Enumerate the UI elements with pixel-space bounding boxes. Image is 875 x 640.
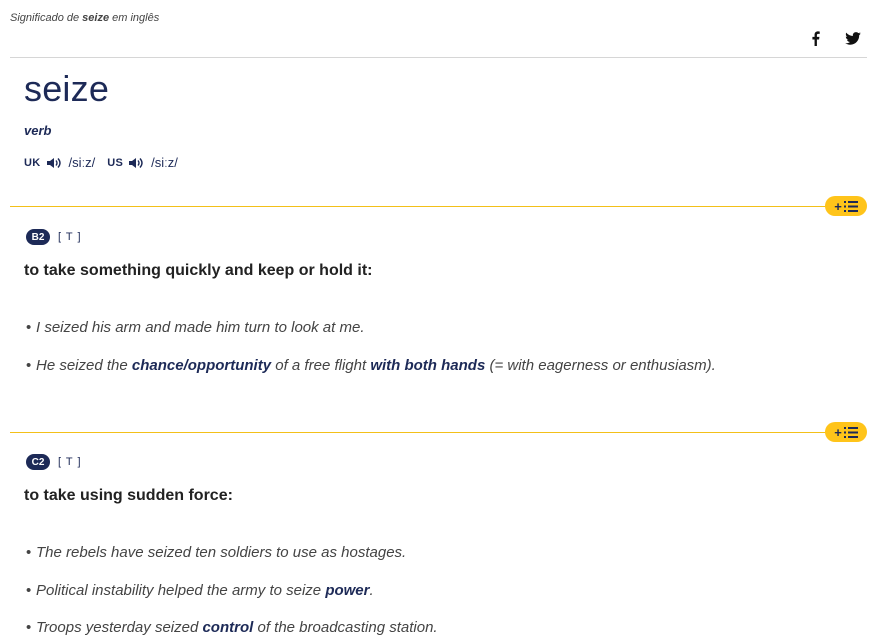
grammar-code: [ T ] bbox=[58, 456, 82, 468]
uk-label: UK bbox=[24, 156, 41, 169]
example-sentence: • I seized his arm and made him turn to … bbox=[26, 319, 365, 336]
breadcrumb-caption: Significado de seize em inglês bbox=[10, 12, 159, 24]
definition: to take something quickly and keep or ho… bbox=[24, 262, 373, 279]
example-sentence: • The rebels have seized ten soldiers to… bbox=[26, 544, 407, 561]
header-divider bbox=[10, 57, 867, 58]
idiom-bold: with both hands bbox=[370, 357, 486, 374]
uk-audio-speaker-icon[interactable] bbox=[46, 157, 63, 169]
headword: seize bbox=[24, 68, 110, 109]
example-sentence: • Troops yesterday seized control of the… bbox=[26, 619, 438, 636]
add-to-wordlist-button[interactable]: + bbox=[825, 422, 867, 442]
sense-divider bbox=[10, 432, 833, 433]
collocation-bold: power bbox=[325, 582, 370, 599]
us-ipa: /siːz/ bbox=[151, 155, 178, 170]
list-icon bbox=[843, 426, 858, 438]
caption-suffix: em inglês bbox=[112, 12, 160, 24]
definition: to take using sudden force: bbox=[24, 487, 233, 504]
sense-level-row: B2 [ T ] bbox=[26, 229, 82, 245]
list-icon bbox=[843, 200, 858, 212]
social-share bbox=[807, 30, 861, 46]
collocation-bold: control bbox=[202, 619, 254, 636]
example-sentence: • Political instability helped the army … bbox=[26, 582, 374, 599]
level-badge: B2 bbox=[26, 229, 50, 245]
us-label: US bbox=[107, 156, 124, 169]
uk-ipa: /siːz/ bbox=[68, 155, 96, 170]
add-plus-label: + bbox=[834, 424, 842, 440]
part-of-speech: verb bbox=[24, 123, 52, 138]
us-audio-speaker-icon[interactable] bbox=[129, 157, 145, 169]
caption-word: seize bbox=[82, 12, 110, 24]
collocation-bold: chance/opportunity bbox=[131, 357, 272, 374]
grammar-code: [ T ] bbox=[58, 231, 82, 243]
caption-prefix: Significado de bbox=[10, 12, 80, 24]
level-badge: C2 bbox=[26, 454, 50, 470]
add-to-wordlist-button[interactable]: + bbox=[825, 196, 867, 216]
pronunciation-row: UK /siːz/ US /siːz/ bbox=[24, 155, 184, 170]
sense-level-row: C2 [ T ] bbox=[26, 454, 82, 470]
example-sentence: • He seized the chance/opportunity of a … bbox=[26, 357, 716, 374]
sense-divider bbox=[10, 206, 833, 207]
facebook-icon[interactable] bbox=[807, 30, 823, 46]
twitter-icon[interactable] bbox=[845, 30, 861, 46]
add-plus-label: + bbox=[834, 198, 842, 214]
